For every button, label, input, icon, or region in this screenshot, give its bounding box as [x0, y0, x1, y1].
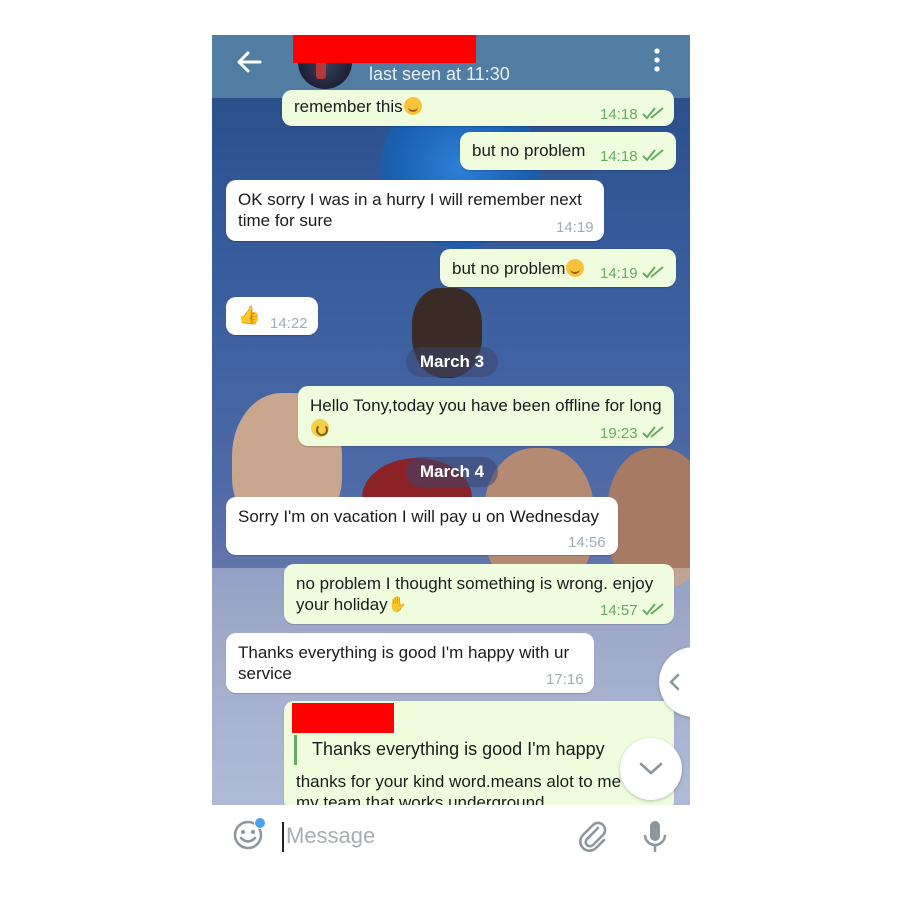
message-time: 14:18	[600, 148, 638, 165]
message-bubble-outgoing[interactable]: but no problem 14:19	[440, 249, 676, 287]
smile-emoji-icon	[566, 259, 585, 277]
message-time: 14:56	[568, 534, 606, 551]
message-time: 17:16	[546, 671, 584, 688]
reply-quote-text: Thanks everything is good I'm happy	[312, 739, 605, 759]
mic-icon[interactable]	[642, 819, 668, 855]
message-time: 14:57	[600, 602, 638, 619]
message-text: but no problem	[472, 141, 586, 160]
smile-emoji-icon	[311, 419, 329, 437]
message-time: 14:18	[600, 106, 638, 123]
smile-emoji-icon	[403, 97, 422, 115]
message-bubble-outgoing[interactable]: but no problem 14:18	[460, 132, 676, 170]
thumbs-up-emoji-icon: 👍	[238, 305, 261, 325]
message-time: 19:23	[600, 425, 638, 442]
message-input[interactable]	[286, 820, 566, 852]
chat-screen: last seen at 11:30 remember this 14:18 b…	[212, 35, 690, 865]
message-input-bar	[212, 805, 690, 865]
more-vert-icon[interactable]	[649, 47, 665, 73]
message-bubble-incoming[interactable]: 👍 14:22	[226, 297, 318, 335]
message-text: remember this	[294, 97, 403, 116]
message-text: OK sorry I was in a hurry I will remembe…	[238, 190, 582, 230]
message-text: Hello Tony,today you have been offline f…	[310, 396, 662, 415]
scroll-to-bottom-button[interactable]	[620, 738, 682, 800]
message-bubble-outgoing[interactable]: remember this 14:18	[282, 90, 674, 126]
chat-header: last seen at 11:30	[212, 35, 690, 98]
redacted-contact-name	[293, 35, 476, 63]
reply-quote-bar	[294, 735, 297, 765]
message-text: Sorry I'm on vacation I will pay u on We…	[238, 507, 600, 526]
text-cursor	[282, 822, 284, 852]
message-bubble-outgoing[interactable]: Hello Tony,today you have been offline f…	[298, 386, 674, 446]
notification-dot	[254, 817, 266, 829]
redacted-reply-name	[292, 703, 394, 733]
message-bubble-incoming[interactable]: Thanks everything is good I'm happy with…	[226, 633, 594, 693]
back-arrow-icon[interactable]	[234, 47, 264, 77]
message-text: Thanks everything is good I'm happy with…	[238, 643, 570, 683]
attach-icon[interactable]	[576, 819, 610, 853]
message-time: 14:19	[556, 219, 594, 236]
chevron-left-icon	[669, 673, 680, 691]
double-check-icon	[642, 426, 664, 439]
message-time: 14:19	[600, 265, 638, 282]
chevron-down-icon	[639, 762, 663, 775]
pray-emoji-icon: ✋	[388, 596, 407, 613]
last-seen-status: last seen at 11:30	[369, 64, 510, 84]
message-bubble-incoming[interactable]: Sorry I'm on vacation I will pay u on We…	[226, 497, 618, 555]
message-time: 14:22	[270, 315, 308, 332]
double-check-icon	[642, 603, 664, 616]
date-divider: March 4	[406, 457, 498, 487]
double-check-icon	[642, 149, 664, 162]
message-text: but no problem	[452, 259, 566, 278]
date-divider: March 3	[406, 347, 498, 377]
double-check-icon	[642, 107, 664, 120]
message-bubble-outgoing[interactable]: no problem I thought something is wrong.…	[284, 564, 674, 624]
message-bubble-incoming[interactable]: OK sorry I was in a hurry I will remembe…	[226, 180, 604, 241]
double-check-icon	[642, 266, 664, 279]
